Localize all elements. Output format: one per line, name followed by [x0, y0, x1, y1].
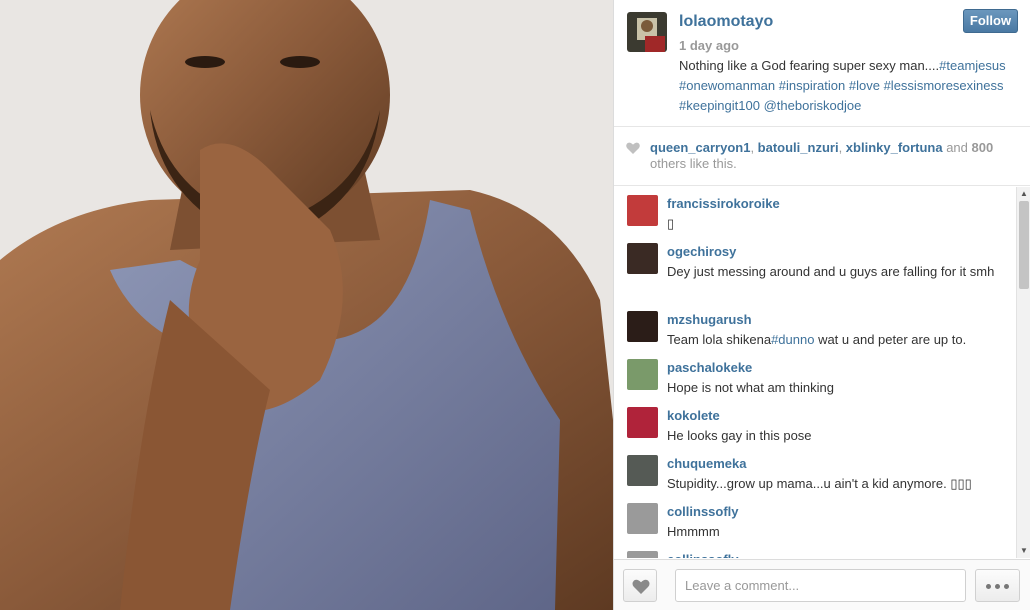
post-timestamp: 1 day ago — [679, 38, 739, 53]
comment-text: Dey just messing around and u guys are f… — [667, 264, 995, 279]
comment-text: Stupidity...grow up mama...u ain't a kid… — [667, 476, 972, 491]
commenter-username[interactable]: francissirokoroike — [667, 196, 780, 211]
hashtag-link[interactable]: #keepingit100 — [679, 98, 760, 113]
post-detail-panel: lolaomotayo 1 day ago Nothing like a God… — [613, 0, 1030, 610]
likes-separator: , — [750, 140, 758, 155]
commenter-username[interactable]: mzshugarush — [667, 312, 752, 327]
owner-avatar[interactable] — [627, 12, 667, 52]
comment-text: Hmmmm — [667, 524, 720, 539]
more-options-button[interactable] — [975, 569, 1020, 602]
post-photo-image — [0, 0, 613, 610]
comment-text: Team lola shikena#dunno wat u and peter … — [667, 330, 1002, 350]
commenter-avatar[interactable] — [627, 359, 658, 390]
more-options-icon — [986, 584, 991, 589]
caption-text: Nothing like a God fearing super sexy ma… — [679, 58, 940, 73]
commenter-username[interactable]: collinssofly — [667, 504, 739, 519]
commenter-avatar[interactable] — [627, 503, 658, 534]
commenter-username[interactable]: chuquemeka — [667, 456, 746, 471]
likes-separator: , — [838, 140, 846, 155]
comment-text: ▯ — [667, 216, 675, 231]
hashtag-link[interactable]: #dunno — [771, 332, 814, 347]
post-photo[interactable] — [0, 0, 613, 610]
commenter-avatar[interactable] — [627, 455, 658, 486]
heart-icon — [632, 579, 650, 594]
likes-count[interactable]: 800 — [972, 140, 994, 155]
hashtag-link[interactable]: @theboriskodjoe — [764, 98, 862, 113]
hashtag-link[interactable]: #teamjesus — [939, 58, 1005, 73]
commenter-avatar[interactable] — [627, 311, 658, 342]
hashtag-link[interactable]: #love — [849, 78, 880, 93]
liker-username[interactable]: xblinky_fortuna — [846, 140, 943, 155]
liker-username[interactable]: queen_carryon1 — [650, 140, 750, 155]
commenter-username[interactable]: ogechirosy — [667, 244, 736, 259]
hashtag-link[interactable]: #onewomanman — [679, 78, 775, 93]
scrollbar-thumb[interactable] — [1019, 201, 1029, 289]
commenter-username[interactable]: paschalokeke — [667, 360, 752, 375]
likes-suffix: others like this. — [650, 156, 737, 171]
commenter-avatar[interactable] — [627, 551, 658, 558]
likes-and: and — [942, 140, 972, 155]
scroll-up-arrow-icon[interactable]: ▲ — [1020, 190, 1028, 198]
more-options-icon — [995, 584, 1000, 589]
comments-list: francissirokoroike ▯ ogechirosy Dey just… — [614, 187, 1017, 558]
scroll-down-arrow-icon[interactable]: ▼ — [1020, 547, 1028, 555]
likes-summary: queen_carryon1, batouli_nzuri, xblinky_f… — [614, 126, 1030, 186]
heart-icon — [626, 142, 640, 154]
hashtag-link[interactable]: #inspiration — [779, 78, 846, 93]
commenter-avatar[interactable] — [627, 195, 658, 226]
commenter-username[interactable]: kokolete — [667, 408, 720, 423]
commenter-avatar[interactable] — [627, 407, 658, 438]
comment-text: Hope is not what am thinking — [667, 380, 834, 395]
liker-username[interactable]: batouli_nzuri — [758, 140, 839, 155]
like-button[interactable] — [623, 569, 657, 602]
hashtag-link[interactable]: #lessismoresexiness — [884, 78, 1004, 93]
comment-footer — [614, 559, 1030, 610]
caption-text: wat u and peter are up to. — [814, 332, 967, 347]
more-options-icon — [1004, 584, 1009, 589]
commenter-avatar[interactable] — [627, 243, 658, 274]
post-caption: Nothing like a God fearing super sexy ma… — [679, 56, 1019, 116]
follow-button[interactable]: Follow — [963, 9, 1018, 33]
comments-scrollbar[interactable]: ▲ ▼ — [1016, 187, 1030, 558]
caption-text: Team lola shikena — [667, 332, 772, 347]
comment-input[interactable] — [675, 569, 966, 602]
post-header: lolaomotayo 1 day ago Nothing like a God… — [614, 0, 1030, 126]
commenter-username[interactable]: collinssofly — [667, 552, 739, 558]
owner-username[interactable]: lolaomotayo — [679, 13, 773, 31]
comment-text: He looks gay in this pose — [667, 428, 812, 443]
